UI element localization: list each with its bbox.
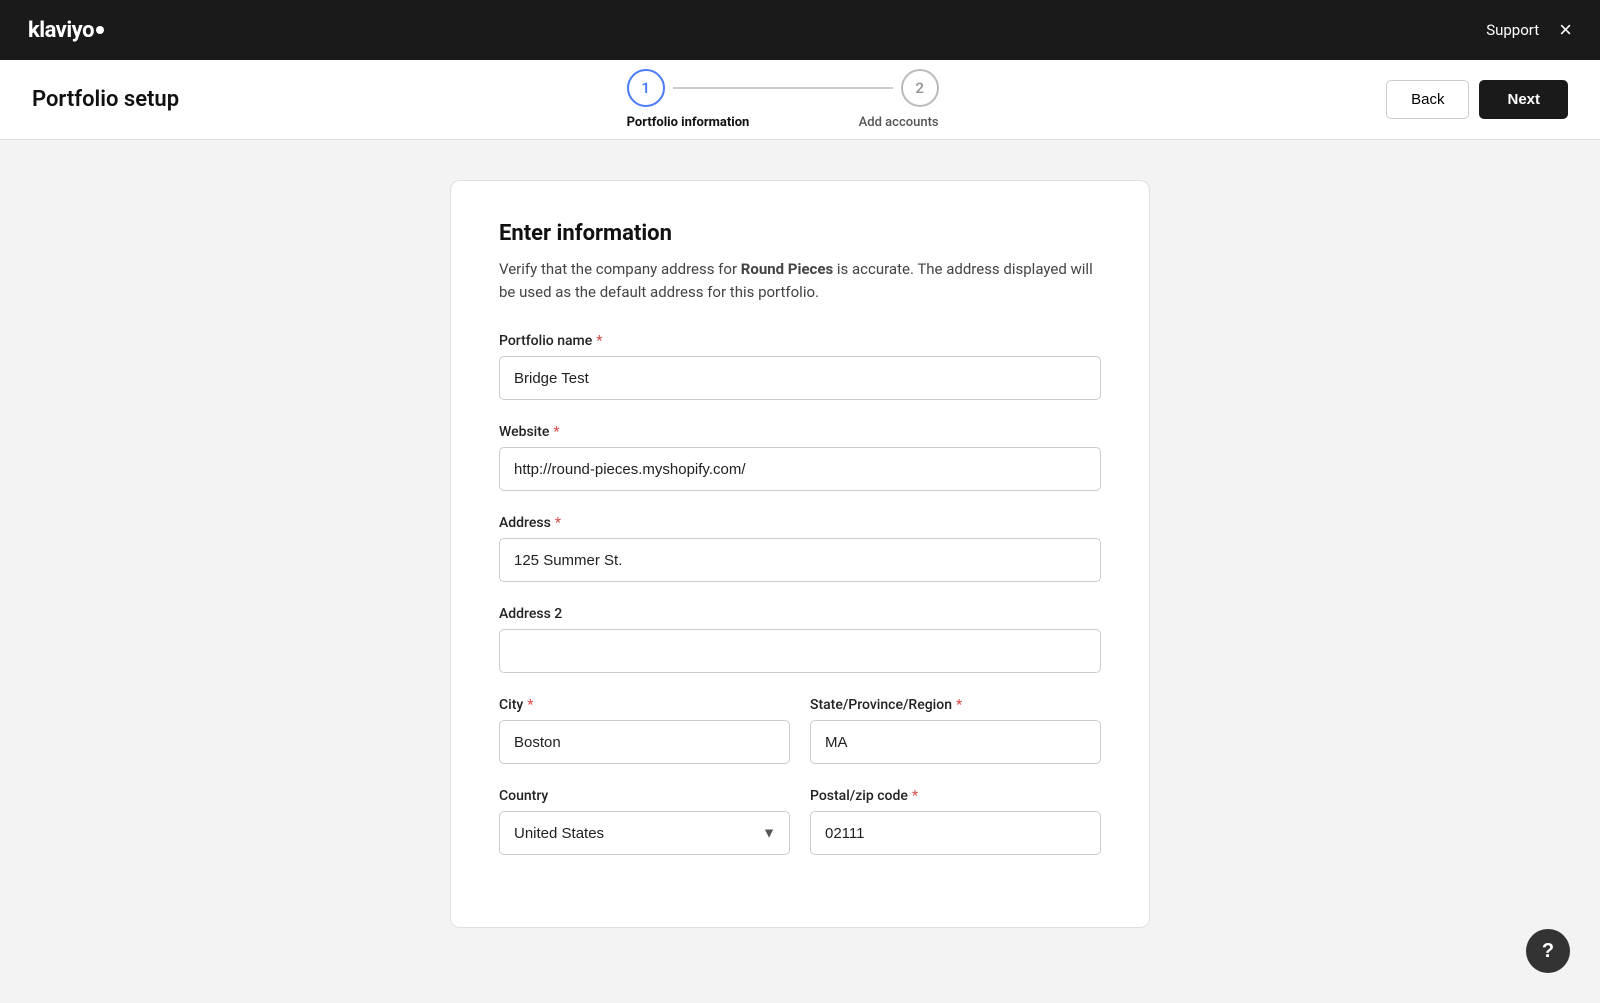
next-button[interactable]: Next xyxy=(1479,80,1568,119)
postal-required: * xyxy=(912,788,918,804)
postal-label: Postal/zip code * xyxy=(810,788,1101,804)
company-name: Round Pieces xyxy=(741,260,833,278)
postal-input[interactable] xyxy=(810,811,1101,855)
page-title: Portfolio setup xyxy=(32,87,179,112)
logo-text: klaviyo xyxy=(28,18,94,43)
city-input[interactable] xyxy=(499,720,790,764)
card-desc-plain: Verify that the company address for xyxy=(499,260,741,278)
step-2-label: Add accounts xyxy=(859,115,939,130)
stepper-circles: 1 2 xyxy=(627,69,939,107)
city-required: * xyxy=(527,697,533,713)
website-input[interactable] xyxy=(499,447,1101,491)
portfolio-name-label: Portfolio name * xyxy=(499,333,1101,349)
address-group: Address * xyxy=(499,515,1101,582)
country-group: Country United States Canada United King… xyxy=(499,788,790,855)
country-select[interactable]: United States Canada United Kingdom Aust… xyxy=(499,811,790,855)
step-2-number: 2 xyxy=(915,79,924,97)
city-group: City * xyxy=(499,697,790,764)
state-required: * xyxy=(956,697,962,713)
city-label: City * xyxy=(499,697,790,713)
step-connector-line xyxy=(673,87,893,89)
state-input[interactable] xyxy=(810,720,1101,764)
top-navigation: klaviyo Support × xyxy=(0,0,1600,60)
portfolio-name-group: Portfolio name * xyxy=(499,333,1101,400)
portfolio-name-input[interactable] xyxy=(499,356,1101,400)
country-select-wrap: United States Canada United Kingdom Aust… xyxy=(499,811,790,855)
state-group: State/Province/Region * xyxy=(810,697,1101,764)
step-1-circle: 1 xyxy=(627,69,665,107)
state-label: State/Province/Region * xyxy=(810,697,1101,713)
form-card: Enter information Verify that the compan… xyxy=(450,180,1150,928)
help-button[interactable]: ? xyxy=(1526,929,1570,973)
stepper-labels: Portfolio information Add accounts xyxy=(627,115,939,130)
header-buttons: Back Next xyxy=(1386,80,1568,119)
stepper: 1 2 Portfolio information Add accounts xyxy=(627,69,939,130)
address2-input[interactable] xyxy=(499,629,1101,673)
card-description: Verify that the company address for Roun… xyxy=(499,258,1101,303)
card-title: Enter information xyxy=(499,221,1101,246)
logo: klaviyo xyxy=(28,18,104,43)
main-content: Enter information Verify that the compan… xyxy=(0,140,1600,988)
step-2-circle: 2 xyxy=(901,69,939,107)
back-button[interactable]: Back xyxy=(1386,80,1469,119)
topnav-right: Support × xyxy=(1486,19,1572,41)
step-1-number: 1 xyxy=(641,79,650,97)
address2-label: Address 2 xyxy=(499,606,1101,622)
close-button[interactable]: × xyxy=(1559,19,1572,41)
address-label: Address * xyxy=(499,515,1101,531)
header-bar: Portfolio setup 1 2 Portfolio informatio… xyxy=(0,60,1600,140)
website-label: Website * xyxy=(499,424,1101,440)
postal-group: Postal/zip code * xyxy=(810,788,1101,855)
website-required: * xyxy=(553,424,559,440)
address2-group: Address 2 xyxy=(499,606,1101,673)
portfolio-name-required: * xyxy=(596,333,602,349)
country-postal-row: Country United States Canada United King… xyxy=(499,788,1101,879)
support-link[interactable]: Support xyxy=(1486,21,1539,39)
address-input[interactable] xyxy=(499,538,1101,582)
country-label: Country xyxy=(499,788,790,804)
address-required: * xyxy=(555,515,561,531)
logo-dot xyxy=(96,26,104,34)
step-1-label: Portfolio information xyxy=(627,115,750,130)
city-state-row: City * State/Province/Region * xyxy=(499,697,1101,788)
website-group: Website * xyxy=(499,424,1101,491)
